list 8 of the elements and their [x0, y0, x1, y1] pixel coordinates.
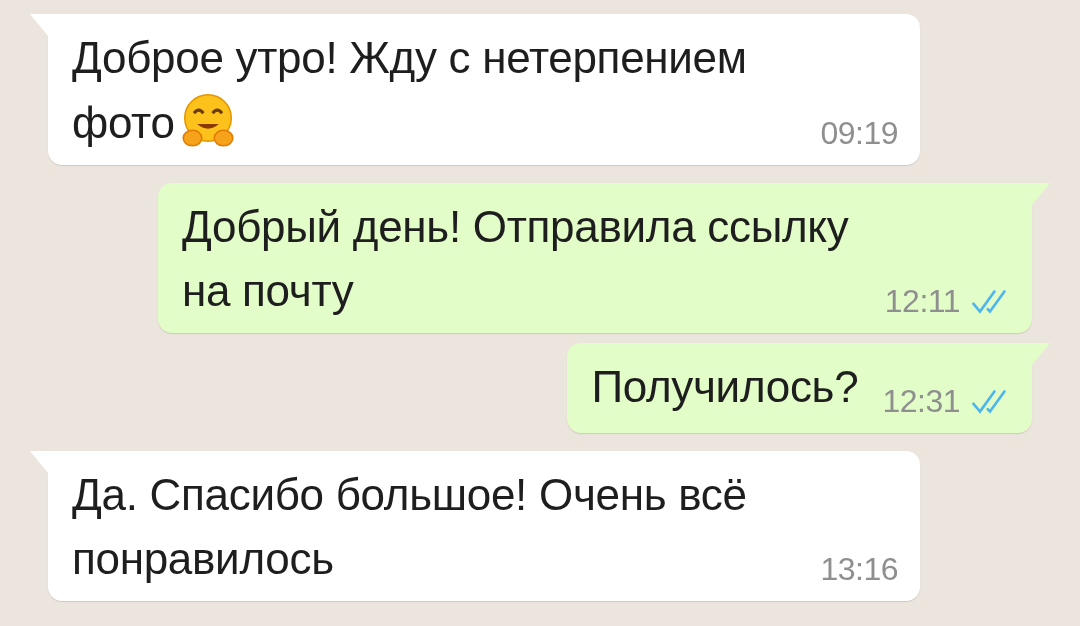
message-text: Добрый день! Отправила ссылку на почту [182, 202, 849, 315]
message-time: 13:16 [820, 551, 898, 587]
message-text: Получилось? [591, 362, 859, 411]
message-text: Доброе утро! Жду с нетерпением фото [72, 33, 747, 147]
message-text: Да. Спасибо большое! Очень всё понравилось [72, 470, 747, 583]
message-time: 12:31 [882, 383, 960, 419]
message-time: 09:19 [820, 115, 898, 151]
message-time: 12:11 [884, 283, 960, 319]
